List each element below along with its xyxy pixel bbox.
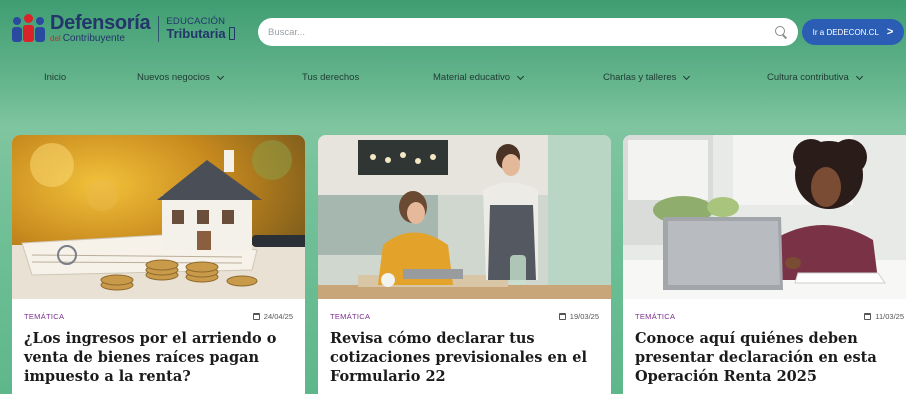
card-date: 11/03/25	[864, 312, 904, 321]
logo-divider	[158, 15, 160, 42]
educacion-tributaria-logo: EDUCACIÓN Tributaria	[166, 17, 235, 40]
nav-item-charlas-talleres[interactable]: Charlas y talleres	[603, 72, 691, 83]
nav-item-inicio[interactable]: Inicio	[44, 72, 66, 83]
nav-item-tus-derechos[interactable]: Tus derechos	[302, 72, 359, 83]
card-image-cafe-payment[interactable]	[318, 135, 611, 299]
nav-item-cultura-contributiva[interactable]: Cultura contributiva	[767, 72, 863, 83]
article-card[interactable]: TEMÁTICA 19/03/25 Revisa cómo declarar t…	[318, 135, 611, 394]
card-title[interactable]: ¿Los ingresos por el arriendo o venta de…	[24, 329, 293, 386]
chevron-down-icon	[855, 72, 863, 80]
card-tag[interactable]: TEMÁTICA	[330, 312, 370, 321]
card-tag[interactable]: TEMÁTICA	[635, 312, 675, 321]
chevron-down-icon	[216, 72, 224, 80]
card-tag[interactable]: TEMÁTICA	[24, 312, 64, 321]
site-header: Defensoría del Contribuyente EDUCACIÓN Tr…	[0, 10, 906, 54]
chevron-down-icon	[683, 72, 691, 80]
article-card[interactable]: TEMÁTICA 24/04/25 ¿Los ingresos por el a…	[12, 135, 305, 394]
card-image-woman-laptop[interactable]	[623, 135, 906, 299]
card-date: 24/04/25	[252, 312, 293, 321]
calendar-icon	[252, 312, 260, 320]
calendar-icon	[558, 312, 566, 320]
logo-title: Defensoría	[50, 12, 151, 34]
search-icon[interactable]	[774, 25, 788, 39]
search-input[interactable]	[268, 26, 774, 38]
card-date: 19/03/25	[558, 312, 599, 321]
main-nav: Inicio Nuevos negocios Tus derechos Mate…	[0, 72, 906, 94]
site-logo[interactable]: Defensoría del Contribuyente EDUCACIÓN Tr…	[12, 13, 235, 44]
logo-subtitle: del Contribuyente	[50, 33, 125, 44]
calendar-icon	[864, 312, 872, 320]
article-card[interactable]: TEMÁTICA 11/03/25 Conoce aquí quiénes de…	[623, 135, 906, 394]
card-title[interactable]: Conoce aquí quiénes deben presentar decl…	[635, 329, 904, 386]
chevron-right-icon: >	[886, 26, 894, 38]
card-title[interactable]: Revisa cómo declarar tus cotizaciones pr…	[330, 329, 599, 386]
dedecon-button[interactable]: Ir a DEDECON.CL >	[802, 19, 904, 45]
card-image-house-coins[interactable]	[12, 135, 305, 299]
nav-item-material-educativo[interactable]: Material educativo	[433, 72, 525, 83]
search-bar[interactable]	[258, 18, 798, 46]
logo-people-icon	[12, 13, 46, 44]
nav-item-nuevos-negocios[interactable]: Nuevos negocios	[137, 72, 224, 83]
pencil-icon	[228, 26, 235, 40]
chevron-down-icon	[517, 72, 525, 80]
